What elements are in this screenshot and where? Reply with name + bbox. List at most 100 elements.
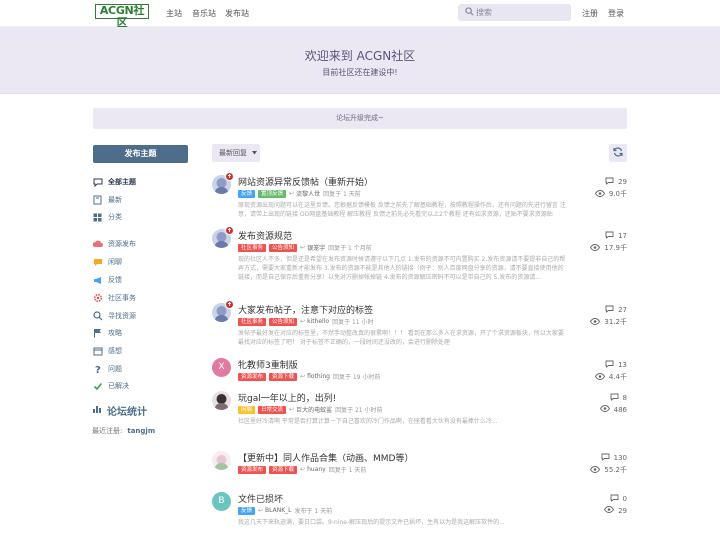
reply-count-value: 0: [622, 495, 627, 503]
pin-icon: [225, 172, 234, 181]
avatar[interactable]: X: [212, 358, 231, 377]
topic-tag[interactable]: 日常交流: [258, 405, 287, 414]
sidebar-item-label: 资源发布: [108, 240, 136, 248]
topic-time: 回复于 1 个月前: [328, 245, 372, 252]
topic-item[interactable]: 玩gal一年以上的，出列! 闲聊 日常交流 ↩ 巨大的电蚊鲨 回复于 21 小时前…: [212, 391, 627, 435]
topic-item[interactable]: 大家发布帖子，注意下对应的标签 社区事务 公告须知 ↩ kithello 回复于 …: [212, 300, 627, 347]
topic-excerpt: 发帖子最好发在对应的标签里，不然手动整改真的很累啊！！！ 看到在那么多人在求资源…: [238, 330, 564, 346]
topic-item[interactable]: 【更新中】同人作品合集（动画、MMD等） 资源发布 资源下载 ↩ huany 回复…: [212, 451, 627, 474]
view-count-value: 55.2千: [604, 466, 627, 474]
avatar[interactable]: [212, 391, 231, 410]
topic-author[interactable]: huany: [307, 466, 326, 473]
topic-author[interactable]: BLANK_L: [265, 507, 291, 514]
topic-tag[interactable]: 社区事务: [238, 243, 267, 252]
latest-user-link[interactable]: tangjm: [127, 427, 155, 435]
topic-item[interactable]: 网站资源异常反馈帖（重新开始） 反馈 置顶反馈 ↩ 流黎人世 回复于 1 天前 原…: [212, 172, 627, 219]
sort-dropdown[interactable]: 最新回复: [212, 144, 260, 162]
topic-title[interactable]: 牝教师3重制版: [238, 358, 298, 371]
check-icon: [92, 381, 103, 392]
nav-main[interactable]: 主站: [166, 8, 182, 19]
topic-author[interactable]: 巨大的电蚊鲨: [296, 405, 332, 414]
topic-tag[interactable]: 反馈: [238, 506, 256, 515]
hero-title: 欢迎来到 ACGN社区: [304, 49, 416, 63]
topic-author[interactable]: 银笼宇: [307, 243, 325, 252]
sidebar-item-latest[interactable]: 最新: [92, 194, 122, 206]
topic-author[interactable]: flothing: [307, 373, 330, 380]
eye-icon: [604, 506, 618, 515]
register-link[interactable]: 注册: [582, 8, 598, 19]
forum-stats-title: 论坛统计: [92, 403, 147, 418]
topic-author[interactable]: kithello: [307, 318, 329, 325]
sidebar-item-resources[interactable]: 资源发布: [92, 238, 136, 250]
login-link[interactable]: 登录: [608, 8, 624, 19]
topic-title[interactable]: 玩gal一年以上的，出列!: [238, 391, 336, 404]
nav-music[interactable]: 音乐站: [192, 8, 216, 19]
search-icon: [92, 311, 103, 322]
topic-tag[interactable]: 闲聊: [238, 405, 256, 414]
welcome-hero: 欢迎来到 ACGN社区 目前社区还在建设中!: [0, 27, 720, 94]
new-topic-button[interactable]: 发布主题: [93, 145, 188, 163]
sidebar-item-label: 问题: [108, 365, 122, 373]
topic-tag[interactable]: 公告须知: [269, 243, 298, 252]
topic-tag[interactable]: 资源下载: [269, 372, 298, 381]
sidebar-item-find[interactable]: 寻找资源: [92, 310, 136, 322]
comment-icon: [605, 177, 618, 187]
sidebar-item-chat[interactable]: 闲聊: [92, 256, 122, 268]
topic-title[interactable]: 网站资源异常反馈帖（重新开始）: [238, 175, 373, 188]
topic-meta: 社区事务 公告须知 ↩ 银笼宇 回复于 1 个月前: [238, 243, 372, 252]
sidebar-item-all[interactable]: 全部主题: [92, 176, 136, 188]
topic-item[interactable]: B 文件已损坏 反馈 ↩ BLANK_L 发布于 1 天前 我这几天下来轨迹满，…: [212, 492, 627, 536]
latest-registration: 最近注册: tangjm: [92, 426, 155, 436]
topic-tag[interactable]: 反馈: [238, 189, 256, 198]
avatar[interactable]: B: [212, 492, 231, 511]
search-icon: [465, 7, 474, 18]
topic-title[interactable]: 文件已损坏: [238, 492, 283, 505]
reply-count: 17: [605, 231, 627, 241]
topic-tag[interactable]: 公告须知: [269, 317, 298, 326]
topic-meta: 闲聊 日常交流 ↩ 巨大的电蚊鲨 回复于 21 小时前: [238, 405, 383, 414]
refresh-button[interactable]: [609, 144, 627, 162]
topic-meta: 资源发布 资源下载 ↩ flothing 回复于 19 小时前: [238, 372, 380, 381]
sidebar-item-affairs[interactable]: 社区事务: [92, 292, 136, 304]
view-count-value: 17.9千: [604, 244, 627, 252]
topic-tag[interactable]: 资源下载: [269, 465, 298, 474]
view-count: 4.4千: [594, 372, 627, 382]
view-count: 486: [599, 405, 627, 414]
sidebar-item-feedback[interactable]: 反馈: [92, 274, 122, 286]
sidebar-item-thoughts[interactable]: 感想: [92, 345, 122, 357]
search-input[interactable]: [476, 6, 566, 19]
reply-count: 29: [605, 177, 627, 187]
notice-banner: 论坛升级完成~: [93, 108, 627, 129]
calendar-icon: [92, 346, 103, 357]
avatar[interactable]: [212, 451, 231, 470]
megaphone-icon: [92, 275, 103, 286]
topic-title[interactable]: 【更新中】同人作品合集（动画、MMD等）: [238, 451, 413, 464]
sidebar-item-categories[interactable]: 分类: [92, 211, 122, 223]
sidebar-item-questions[interactable]: ? 问题: [92, 363, 123, 375]
topic-tag[interactable]: 置顶反馈: [258, 189, 287, 198]
topic-time: 回复于 19 小时前: [332, 374, 381, 381]
topic-item[interactable]: 发布资源规范 社区事务 公告须知 ↩ 银笼宇 回复于 1 个月前 现的社区人不多，…: [212, 226, 627, 281]
reply-count: 130: [601, 453, 627, 463]
topic-tag[interactable]: 资源发布: [238, 465, 267, 474]
sidebar-item-guides[interactable]: 攻略: [92, 327, 122, 339]
sidebar-item-solved[interactable]: 已解决: [92, 380, 129, 392]
chat-icon: [92, 257, 103, 268]
reply-count-value: 130: [613, 454, 627, 462]
site-logo[interactable]: ACGN社区: [95, 4, 149, 29]
view-count: 9.0千: [594, 189, 627, 199]
topic-title[interactable]: 大家发布帖子，注意下对应的标签: [238, 303, 373, 316]
search-box[interactable]: [458, 4, 571, 21]
svg-text:?: ?: [95, 365, 101, 374]
nav-publish[interactable]: 发布站: [225, 8, 249, 19]
topic-excerpt: 社区里好冷清啊 平常是否打算计算一下自己喜欢的冷门作品啊，在座看看大伙有没有最棒…: [238, 418, 498, 425]
topic-tag[interactable]: 社区事务: [238, 317, 267, 326]
view-count: 31.2千: [590, 317, 627, 327]
eye-icon: [594, 372, 609, 382]
topic-item[interactable]: X 牝教师3重制版 资源发布 资源下载 ↩ flothing 回复于 19 小时前…: [212, 358, 627, 382]
flag-icon: [92, 328, 103, 339]
topic-author[interactable]: 流黎人世: [296, 189, 320, 198]
sidebar-item-label: 社区事务: [108, 294, 136, 302]
topic-title[interactable]: 发布资源规范: [238, 229, 292, 242]
topic-tag[interactable]: 资源发布: [238, 372, 267, 381]
